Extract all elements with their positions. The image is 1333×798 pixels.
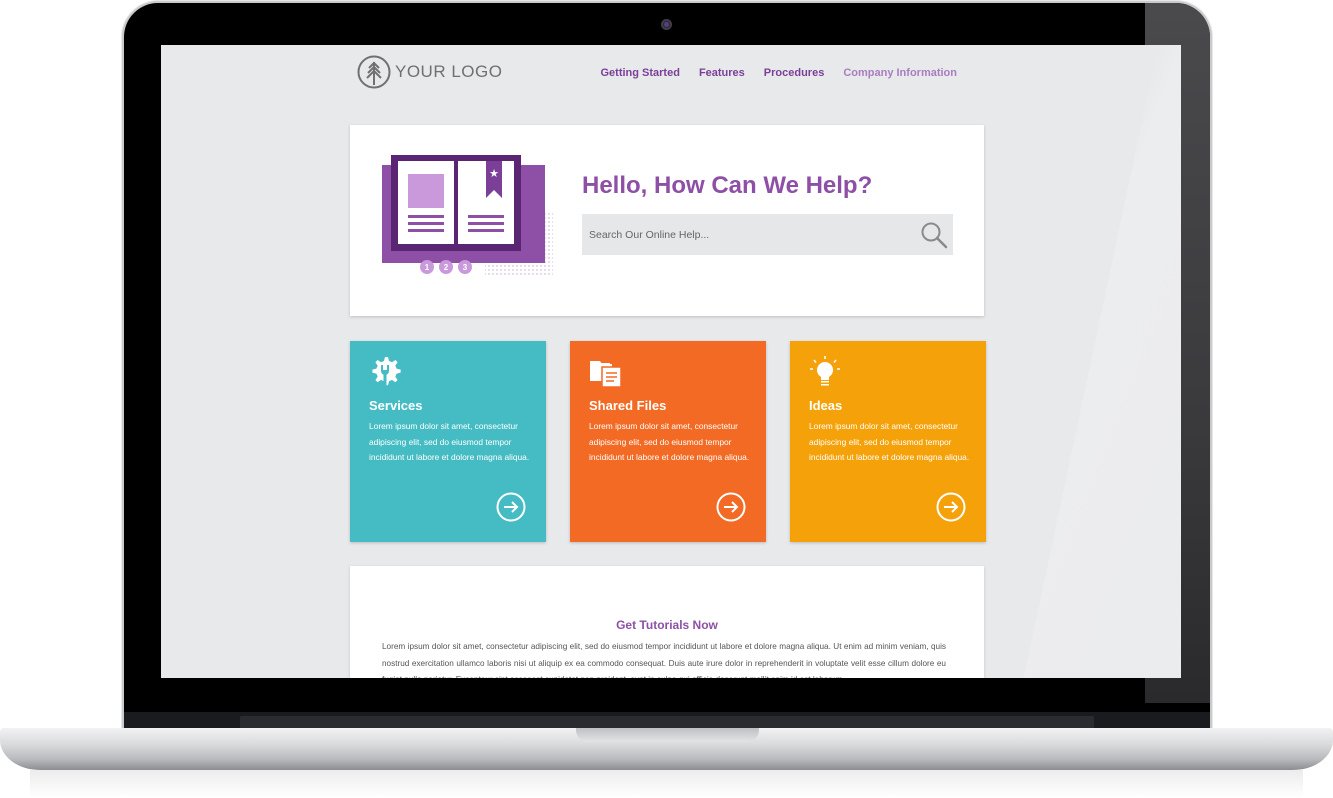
tutorials-title: Get Tutorials Now [616, 618, 718, 632]
arrow-right-circle-icon[interactable] [936, 492, 966, 522]
arrow-right-circle-icon[interactable] [716, 492, 746, 522]
main-nav: Getting Started Features Procedures Comp… [600, 67, 957, 79]
tile-body: Lorem ipsum dolor sit amet, consectetur … [589, 421, 750, 462]
lightbulb-icon [810, 356, 840, 386]
camera-icon [661, 19, 672, 30]
laptop-reflection [30, 770, 1303, 798]
screen: YOUR LOGO Getting Started Features Proce… [161, 45, 1181, 678]
tile-title: Shared Files [589, 398, 667, 413]
svg-text:★: ★ [489, 167, 499, 180]
search-box [582, 213, 953, 256]
screen-glare [1023, 45, 1181, 678]
files-icon [590, 361, 622, 388]
feature-tiles: Services Lorem ipsum dolor sit amet, con… [350, 341, 986, 543]
tree-logo-icon [357, 55, 391, 89]
site-header: YOUR LOGO Getting Started Features Proce… [357, 55, 997, 91]
tile-title: Services [369, 398, 423, 413]
arrow-right-circle-icon[interactable] [496, 492, 526, 522]
logo-text: YOUR LOGO [395, 62, 503, 81]
logo[interactable]: YOUR LOGO [357, 55, 502, 89]
tile-body: Lorem ipsum dolor sit amet, consectetur … [809, 421, 970, 462]
step-3: 3 [463, 263, 468, 272]
tutorials-section: Get Tutorials Now Lorem ipsum dolor sit … [350, 566, 984, 678]
tile-shared-files[interactable]: Shared Files Lorem ipsum dolor sit amet,… [570, 341, 766, 542]
wrench-gear-icon [372, 357, 401, 386]
hero-title: Hello, How Can We Help? [582, 172, 873, 199]
laptop-notch [576, 728, 759, 742]
nav-features[interactable]: Features [699, 67, 745, 79]
tile-title: Ideas [809, 398, 843, 413]
tile-ideas[interactable]: Ideas Lorem ipsum dolor sit amet, consec… [790, 341, 986, 542]
tile-services[interactable]: Services Lorem ipsum dolor sit amet, con… [350, 341, 546, 542]
book-illustration-icon: ★ 1 2 3 [382, 155, 553, 275]
search-icon[interactable] [919, 220, 949, 250]
nav-getting-started[interactable]: Getting Started [600, 67, 679, 79]
search-input[interactable] [582, 213, 919, 256]
step-1: 1 [425, 263, 430, 272]
nav-procedures[interactable]: Procedures [764, 67, 825, 79]
tile-body: Lorem ipsum dolor sit amet, consectetur … [369, 421, 530, 462]
nav-company-information[interactable]: Company Information [843, 67, 957, 79]
hero-card: ★ 1 2 3 Hello, How Can We Help? [350, 125, 984, 316]
tutorials-body: Lorem ipsum dolor sit amet, consectetur … [382, 642, 946, 678]
step-2: 2 [444, 263, 449, 272]
